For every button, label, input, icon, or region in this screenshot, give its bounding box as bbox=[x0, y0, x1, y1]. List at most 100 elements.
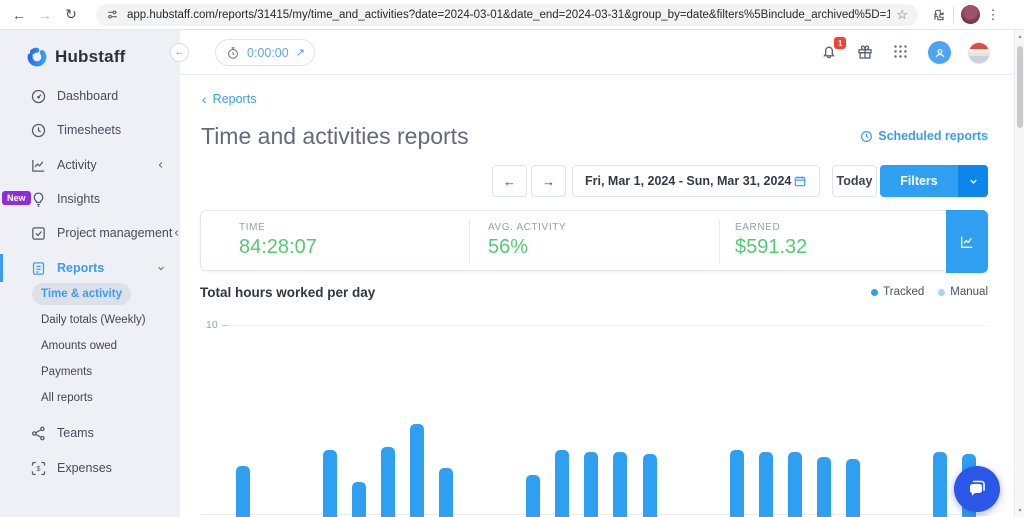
sidebar-item-teams[interactable]: Teams bbox=[0, 418, 180, 448]
timer-widget[interactable]: 0:00:00 ↗ bbox=[215, 39, 315, 66]
bar-mar-4[interactable] bbox=[323, 450, 337, 517]
apps-grid-icon[interactable] bbox=[892, 43, 911, 62]
browser-forward-icon[interactable]: → bbox=[32, 7, 58, 23]
manual-dot-icon bbox=[938, 289, 945, 296]
stat-value: 84:28:07 bbox=[239, 236, 317, 259]
bar-mar-19[interactable] bbox=[759, 452, 773, 517]
scheduled-reports-label: Scheduled reports bbox=[878, 129, 988, 143]
sidebar-item-activity[interactable]: Activity bbox=[0, 150, 180, 180]
bar-mar-13[interactable] bbox=[584, 452, 598, 517]
card-divider bbox=[469, 219, 470, 264]
legend-item-tracked[interactable]: Tracked bbox=[871, 286, 924, 298]
legend-item-manual[interactable]: Manual bbox=[938, 286, 988, 298]
sidebar-subitem-amounts-owed[interactable]: Amounts owed bbox=[32, 335, 126, 357]
address-bar[interactable]: app.hubstaff.com/reports/31415/my/time_a… bbox=[96, 4, 918, 26]
sidebar-subitem-payments[interactable]: Payments bbox=[32, 361, 101, 383]
card-divider bbox=[719, 219, 720, 264]
stopwatch-icon bbox=[226, 46, 240, 60]
browser-reload-icon[interactable]: ↻ bbox=[58, 6, 84, 23]
activity-icon bbox=[30, 157, 47, 174]
page-scrollbar[interactable]: ▴ ▾ bbox=[1014, 30, 1024, 517]
bar-mar-12[interactable] bbox=[555, 450, 569, 517]
sidebar-item-label: Dashboard bbox=[57, 89, 118, 103]
bookmark-star-icon[interactable]: ☆ bbox=[896, 7, 908, 23]
open-timer-icon[interactable]: ↗ bbox=[296, 46, 305, 59]
filters-dropdown-chevron[interactable] bbox=[958, 165, 988, 197]
tracked-dot-icon bbox=[871, 289, 878, 296]
app-topbar: ← 0:00:00 ↗ 1 bbox=[180, 30, 1014, 75]
account-circle-icon[interactable] bbox=[928, 41, 951, 64]
bar-mar-20[interactable] bbox=[788, 452, 802, 517]
scheduled-reports-link[interactable]: Scheduled reports bbox=[860, 129, 988, 143]
today-button[interactable]: Today bbox=[832, 165, 877, 197]
bar-mar-7[interactable] bbox=[410, 424, 424, 517]
sidebar-subitem-daily-totals[interactable]: Daily totals (Weekly) bbox=[32, 309, 155, 331]
browser-menu-icon[interactable]: ⋮ bbox=[980, 7, 1006, 23]
logo-text: Hubstaff bbox=[55, 47, 126, 67]
y-axis-tick-label: 10 bbox=[206, 319, 218, 331]
new-badge: New bbox=[2, 191, 31, 205]
timesheets-icon bbox=[30, 122, 47, 139]
bar-mar-5[interactable] bbox=[352, 482, 366, 517]
sidebar-item-label: Insights bbox=[57, 192, 100, 206]
filters-label[interactable]: Filters bbox=[880, 165, 958, 197]
clock-icon bbox=[860, 130, 873, 143]
bar-mar-22[interactable] bbox=[846, 459, 860, 517]
bar-mar-15[interactable] bbox=[643, 454, 657, 517]
stat-value: 56% bbox=[488, 236, 566, 259]
gift-icon[interactable] bbox=[856, 43, 875, 62]
bar-mar-8[interactable] bbox=[439, 468, 453, 517]
date-range-button[interactable]: Fri, Mar 1, 2024 - Sun, Mar 31, 2024 bbox=[572, 165, 820, 197]
bar-mar-14[interactable] bbox=[613, 452, 627, 517]
subitem-label: All reports bbox=[32, 392, 102, 404]
sidebar-item-dashboard[interactable]: Dashboard bbox=[0, 81, 180, 111]
sidebar-item-reports[interactable]: Reports bbox=[0, 253, 180, 283]
next-period-button[interactable]: → bbox=[531, 165, 566, 197]
scroll-down-icon[interactable]: ▾ bbox=[1015, 507, 1024, 514]
y-axis-tick bbox=[222, 325, 229, 326]
stat-value: $591.32 bbox=[735, 236, 807, 259]
sidebar-collapse-button[interactable]: ← bbox=[170, 43, 189, 62]
chart-view-button[interactable] bbox=[946, 210, 988, 273]
sidebar-item-label: Timesheets bbox=[57, 123, 121, 137]
calendar-icon bbox=[793, 174, 807, 188]
notifications-bell-icon[interactable]: 1 bbox=[820, 43, 839, 62]
legend-label: Manual bbox=[950, 286, 988, 298]
toolbar-divider bbox=[953, 7, 954, 23]
prev-period-button[interactable]: ← bbox=[492, 165, 527, 197]
hubstaff-logo[interactable]: Hubstaff bbox=[26, 46, 126, 68]
scroll-up-icon[interactable]: ▴ bbox=[1015, 33, 1024, 40]
dashboard-icon bbox=[30, 88, 47, 105]
bar-mar-18[interactable] bbox=[730, 450, 744, 517]
scrollbar-thumb[interactable] bbox=[1017, 46, 1023, 128]
browser-profile-avatar[interactable] bbox=[961, 5, 980, 24]
filters-button[interactable]: Filters bbox=[880, 165, 988, 197]
date-range-text: Fri, Mar 1, 2024 - Sun, Mar 31, 2024 bbox=[585, 174, 791, 188]
bar-mar-21[interactable] bbox=[817, 457, 831, 517]
sidebar-item-project-management[interactable]: Project management bbox=[0, 218, 180, 248]
stat-label: TIME bbox=[239, 222, 317, 233]
browser-back-icon[interactable]: ← bbox=[6, 7, 32, 23]
chat-widget-button[interactable] bbox=[954, 466, 1000, 512]
stat-avg-activity: AVG. ACTIVITY 56% bbox=[488, 222, 566, 259]
bar-mar-6[interactable] bbox=[381, 447, 395, 517]
user-avatar[interactable] bbox=[968, 42, 990, 64]
site-settings-icon[interactable] bbox=[106, 8, 119, 21]
sidebar-item-label: Project management bbox=[57, 226, 172, 240]
bar-mar-11[interactable] bbox=[526, 475, 540, 517]
breadcrumb[interactable]: ‹ Reports bbox=[202, 91, 256, 107]
sidebar-subitem-all-reports[interactable]: All reports bbox=[32, 387, 102, 409]
topbar-actions: 1 bbox=[820, 30, 990, 75]
page-title: Time and activities reports bbox=[201, 123, 469, 150]
url-text: app.hubstaff.com/reports/31415/my/time_a… bbox=[127, 9, 890, 21]
subitem-label: Time & activity bbox=[32, 288, 131, 300]
sidebar-item-expenses[interactable]: $ Expenses bbox=[0, 453, 180, 483]
extensions-icon[interactable] bbox=[932, 8, 946, 22]
main-content: ‹ Reports Time and activities reports Sc… bbox=[180, 75, 1014, 517]
bar-mar-1[interactable] bbox=[236, 466, 250, 517]
sidebar-item-timesheets[interactable]: Timesheets bbox=[0, 115, 180, 145]
bar-mar-25[interactable] bbox=[933, 452, 947, 517]
sidebar: Hubstaff Dashboard Timesheets Activity I… bbox=[0, 30, 180, 517]
insights-icon bbox=[30, 191, 47, 208]
sidebar-subitem-time-activity[interactable]: Time & activity bbox=[32, 283, 131, 305]
